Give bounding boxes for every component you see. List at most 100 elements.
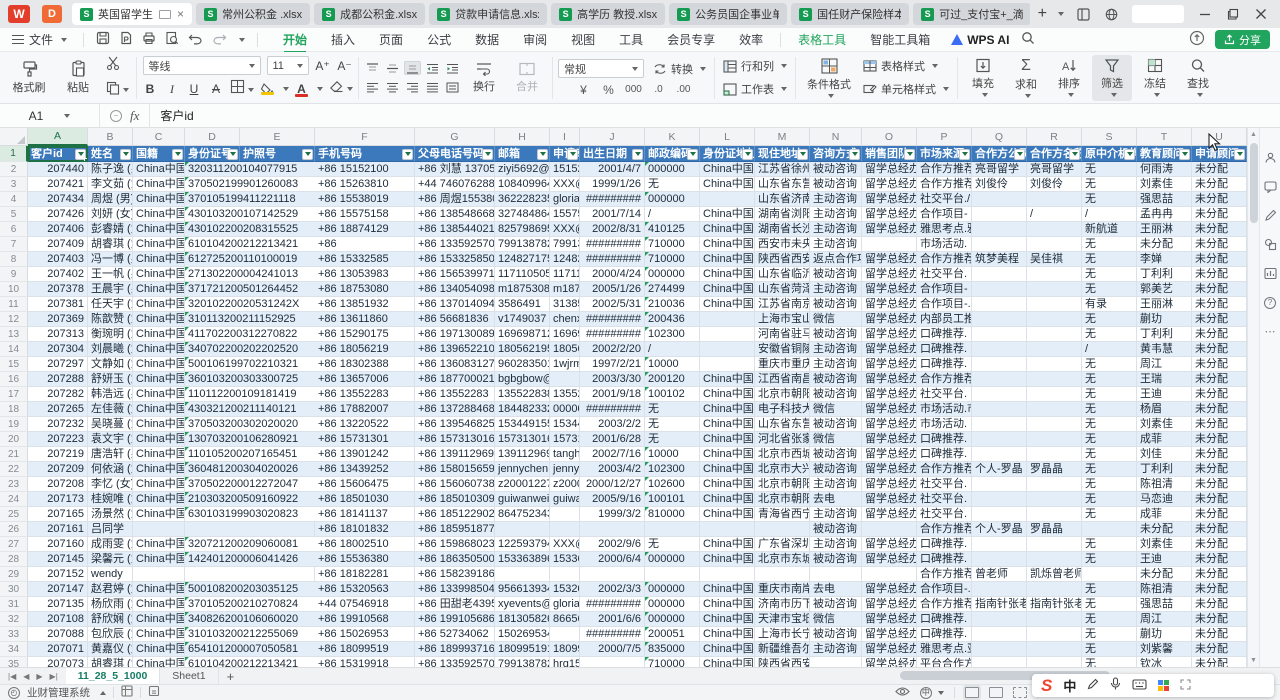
cell-G7[interactable]: +86 1335925706	[415, 237, 495, 252]
menu-item-智能工具箱[interactable]: 智能工具箱	[859, 29, 941, 50]
cell-O27[interactable]: 留学总经办	[862, 537, 917, 552]
cell-Q12[interactable]	[972, 312, 1027, 327]
last-sheet-icon[interactable]: ▶|	[50, 672, 58, 681]
cell-O18[interactable]: 留学总经办	[862, 402, 917, 417]
cell-K3[interactable]: 无	[645, 177, 700, 192]
cell-M11[interactable]: 江苏省南京	[755, 297, 810, 312]
cell-M28[interactable]: 北京市东城	[755, 552, 810, 567]
cell-N6[interactable]: 主动咨询	[810, 222, 862, 237]
cell-Q29[interactable]: 曾老师	[972, 567, 1027, 582]
cell-C8[interactable]: China中国	[133, 252, 185, 267]
cell-U17[interactable]: 未分配	[1192, 387, 1247, 402]
cell-H16[interactable]: bgbgbow@	[495, 372, 550, 387]
cell-R32[interactable]	[1027, 612, 1082, 627]
close-tab-icon[interactable]: ×	[177, 8, 184, 20]
conditional-format-button[interactable]: 条件格式	[801, 55, 857, 101]
cell-A25[interactable]: 207165	[28, 507, 88, 522]
cell-R12[interactable]	[1027, 312, 1082, 327]
row-number-13[interactable]: 13	[0, 327, 28, 342]
menu-item-页面[interactable]: 页面	[368, 29, 414, 50]
cell-Q34[interactable]	[972, 642, 1027, 657]
cell-C6[interactable]: China中国	[133, 222, 185, 237]
cell-U22[interactable]: 未分配	[1192, 462, 1247, 477]
cell-A2[interactable]: 207440	[28, 162, 88, 177]
row-number-22[interactable]: 22	[0, 462, 28, 477]
cell-F35[interactable]: +86 15319918	[315, 657, 415, 667]
insert-function-icon[interactable]: fx	[130, 108, 139, 124]
cell-B34[interactable]: 黄嘉仪 (女	[88, 642, 133, 657]
cell-N34[interactable]: 主动咨询	[810, 642, 862, 657]
cell-O19[interactable]: 留学总经办	[862, 417, 917, 432]
cell-H18[interactable]: 184482332	[495, 402, 550, 417]
cell-U21[interactable]: 未分配	[1192, 447, 1247, 462]
ime-expand-icon[interactable]	[1180, 677, 1191, 695]
row-number-6[interactable]: 6	[0, 222, 28, 237]
fill-color-button[interactable]	[260, 83, 274, 95]
cell-Q21[interactable]	[972, 447, 1027, 462]
undo-icon[interactable]	[188, 32, 203, 48]
cell-P2[interactable]: 合作方推荐	[917, 162, 972, 177]
cell-Q13[interactable]	[972, 327, 1027, 342]
cell-Q20[interactable]	[972, 432, 1027, 447]
cell-A29[interactable]: 207152	[28, 567, 88, 582]
cell-H20[interactable]: 157313016	[495, 432, 550, 447]
paste-button[interactable]: 粘贴	[55, 55, 101, 101]
cell-D17[interactable]: 110112200109181419	[185, 387, 315, 402]
cell-N9[interactable]: 被动咨询	[810, 267, 862, 282]
cell-L5[interactable]: China中国	[700, 207, 755, 222]
filter-dropdown-button[interactable]	[959, 149, 970, 160]
scroll-up-icon[interactable]: ▲	[1250, 128, 1257, 141]
cell-M30[interactable]: 重庆市南岸	[755, 582, 810, 597]
minimize-button[interactable]	[1198, 7, 1212, 21]
cell-Q28[interactable]	[972, 552, 1027, 567]
cell-T24[interactable]: 马恋迪	[1137, 492, 1192, 507]
panel-pen-icon[interactable]	[1263, 208, 1278, 223]
cell-L35[interactable]: China中国	[700, 657, 755, 667]
cell-P13[interactable]: 口碑推荐.	[917, 327, 972, 342]
cell-K16[interactable]: 200120	[645, 372, 700, 387]
select-all-corner[interactable]	[0, 128, 28, 146]
cell-G23[interactable]: +86 1560607386	[415, 477, 495, 492]
cell-R4[interactable]	[1027, 192, 1082, 207]
cell-L24[interactable]: China中国	[700, 492, 755, 507]
cell-C35[interactable]: China中国	[133, 657, 185, 667]
copy-button[interactable]	[106, 81, 129, 100]
cell-style-button[interactable]: 单元格样式	[860, 79, 952, 99]
cell-J21[interactable]: 2002/7/16	[580, 447, 645, 462]
cell-H25[interactable]: 864752343	[495, 507, 550, 522]
quick-access-caret-icon[interactable]	[239, 38, 245, 42]
cell-F28[interactable]: +86 15536380	[315, 552, 415, 567]
cell-B24[interactable]: 桂婉唯 (女	[88, 492, 133, 507]
cell-F21[interactable]: +86 13901242	[315, 447, 415, 462]
cell-name-box[interactable]: A1	[0, 104, 100, 128]
cell-D7[interactable]: 610104200212213421	[185, 237, 315, 252]
cell-C4[interactable]: China中国	[133, 192, 185, 207]
menu-item-表格工具[interactable]: 表格工具	[787, 29, 857, 50]
row-number-21[interactable]: 21	[0, 447, 28, 462]
cell-M25[interactable]: 青海省西宁	[755, 507, 810, 522]
cell-D3[interactable]: 370502199901260083	[185, 177, 315, 192]
sheet-tab-Sheet1[interactable]: Sheet1	[160, 668, 218, 685]
cell-H7[interactable]: 799138782	[495, 237, 550, 252]
cell-L13[interactable]	[700, 327, 755, 342]
cell-F31[interactable]: +44 07546918	[315, 597, 415, 612]
cell-I18[interactable]: 00000@qq	[550, 402, 580, 417]
ime-mode-icon[interactable]: 中	[1063, 676, 1076, 695]
header-cell-H[interactable]: 邮箱	[495, 146, 550, 162]
cell-N15[interactable]: 主动咨询	[810, 357, 862, 372]
row-number-4[interactable]: 4	[0, 192, 28, 207]
cell-F12[interactable]: +86 13611860	[315, 312, 415, 327]
cell-M14[interactable]: 安徽省铜陵	[755, 342, 810, 357]
cell-U10[interactable]: 未分配	[1192, 282, 1247, 297]
row-number-31[interactable]: 31	[0, 597, 28, 612]
redo-icon[interactable]	[212, 32, 227, 48]
cell-P29[interactable]: 合作方推荐	[917, 567, 972, 582]
cell-J29[interactable]	[580, 567, 645, 582]
cell-Q30[interactable]	[972, 582, 1027, 597]
cell-Q19[interactable]	[972, 417, 1027, 432]
cell-I3[interactable]: XXX@163.	[550, 177, 580, 192]
cell-Q27[interactable]	[972, 537, 1027, 552]
cell-L20[interactable]: China中国	[700, 432, 755, 447]
cell-P10[interactable]: 合作项目-	[917, 282, 972, 297]
cell-A27[interactable]: 207160	[28, 537, 88, 552]
